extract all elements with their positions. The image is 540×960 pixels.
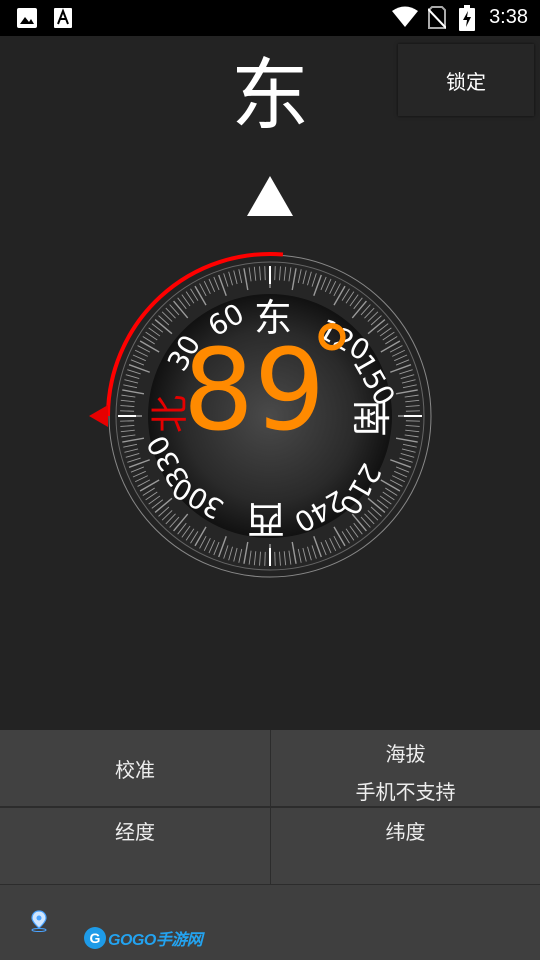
label-west: 西 [247, 497, 285, 541]
image-icon [17, 8, 37, 28]
logo-text: GOGO手游网 [108, 932, 203, 949]
lock-button[interactable]: 锁定 [398, 44, 534, 116]
divider-horizontal [0, 806, 540, 808]
logo-mark: G [84, 927, 106, 949]
degree-value: 89 [183, 326, 326, 456]
status-bar: 3:38 [0, 0, 540, 36]
location-pin-icon [31, 910, 47, 932]
gogo-logo: G GOGO手游网 [84, 926, 203, 950]
altitude-value: 手机不支持 [355, 780, 456, 804]
longitude-label: 经度 [115, 820, 155, 844]
altitude-label: 海拔 [385, 742, 426, 766]
degree-symbol: ° [310, 307, 354, 410]
no-sim-icon [428, 6, 446, 29]
info-panel: 校准 海拔 手机不支持 经度 纬度 [0, 730, 540, 960]
wifi-icon [392, 6, 418, 27]
latitude-cell: 纬度 [271, 808, 540, 884]
text-a-icon [54, 8, 72, 28]
north-marker-icon [89, 405, 108, 427]
divider-horizontal-bottom [0, 884, 540, 885]
calibrate-button[interactable]: 校准 [0, 730, 270, 806]
calibrate-label: 校准 [115, 757, 155, 782]
battery-charging-icon [459, 5, 475, 31]
lock-button-label: 锁定 [446, 69, 486, 94]
altitude-cell: 海拔 手机不支持 [271, 730, 540, 806]
longitude-cell: 经度 [0, 808, 270, 884]
status-time: 3:38 [489, 6, 528, 28]
heading-pointer-icon [247, 176, 293, 216]
compass-dial: 东 南 西 北 60 30 120 150 210 240 300 330 89… [89, 252, 432, 578]
latitude-label: 纬度 [385, 820, 426, 844]
